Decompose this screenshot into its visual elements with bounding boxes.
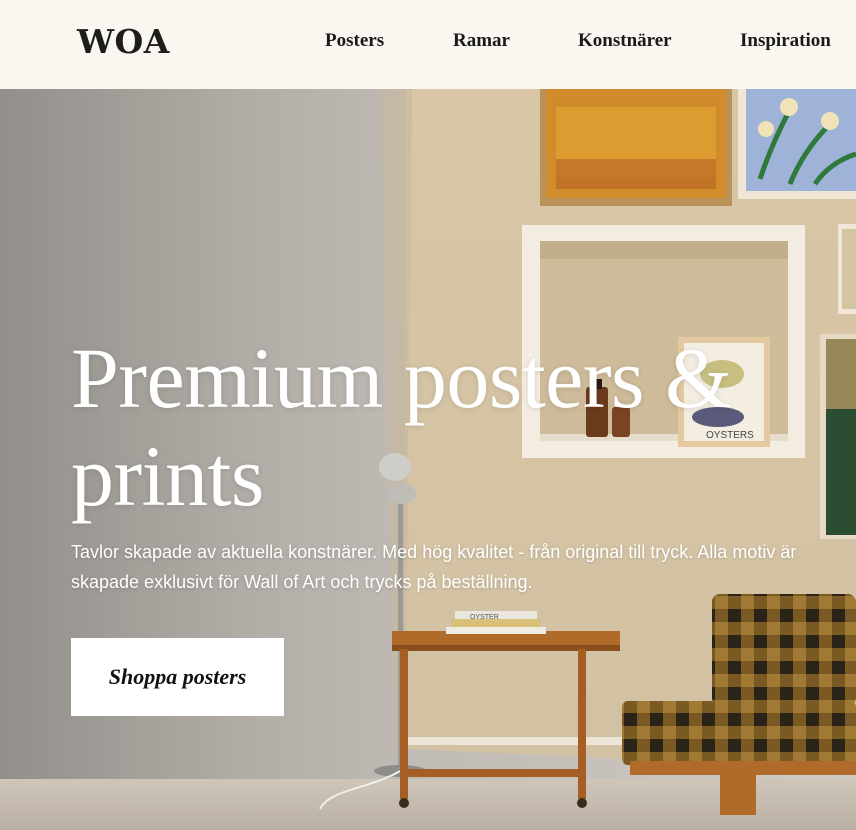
artwork-orange xyxy=(540,89,732,206)
nav-konstnarer[interactable]: Konstnärer xyxy=(578,30,672,52)
book-spine-text: OYSTER xyxy=(470,614,499,621)
nav-inspiration[interactable]: Inspiration xyxy=(740,30,831,52)
shop-posters-button[interactable]: Shoppa posters xyxy=(71,638,284,716)
hero-title: Premium posters & prints xyxy=(71,330,732,524)
nav-posters[interactable]: Posters xyxy=(325,30,384,52)
artwork-tulips xyxy=(738,89,856,199)
hero-subtitle: Tavlor skapade av aktuella konstnärer. M… xyxy=(71,542,797,592)
site-header: WOA Posters Ramar Konstnärer Inspiration xyxy=(0,0,856,89)
nav-ramar[interactable]: Ramar xyxy=(453,30,510,52)
woa-logo[interactable]: WOA xyxy=(77,22,170,61)
hero-section: OYSTERS OYSTER Premium posters & prints … xyxy=(0,89,856,830)
